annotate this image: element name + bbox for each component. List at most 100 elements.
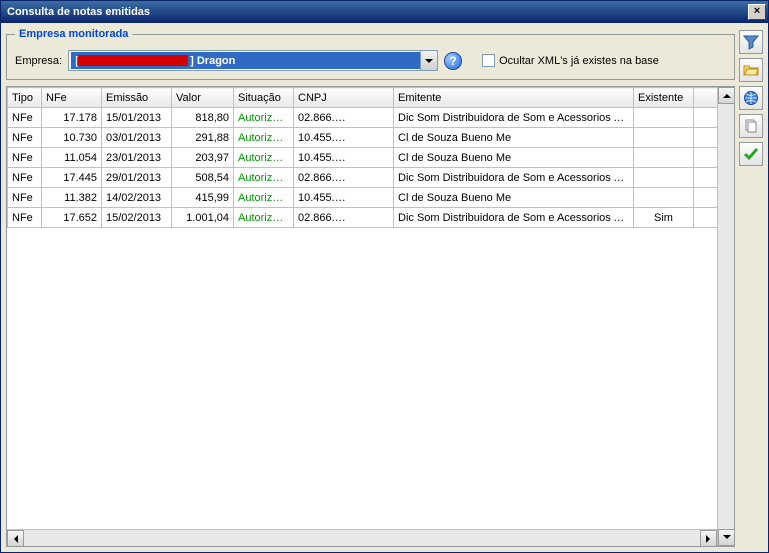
cell-cnpj: 02.866. <box>294 168 394 188</box>
col-tipo[interactable]: Tipo <box>8 88 42 108</box>
cell-emitente: Dic Som Distribuidora de Som e Acessorio… <box>394 108 634 128</box>
copy-button[interactable] <box>739 114 763 138</box>
cell-situacao: Autorizada <box>234 188 294 208</box>
redacted-icon <box>78 55 188 66</box>
cell-tipo: NFe <box>8 108 42 128</box>
confirm-button[interactable] <box>739 142 763 166</box>
cell-valor: 203,97 <box>172 148 234 168</box>
cell-valor: 818,80 <box>172 108 234 128</box>
cell-emitente: Dic Som Distribuidora de Som e Acessorio… <box>394 168 634 188</box>
cell-existente <box>634 148 694 168</box>
cell-situacao: Autorizada <box>234 148 294 168</box>
filter-button[interactable] <box>739 30 763 54</box>
empresa-label: Empresa: <box>15 55 62 67</box>
redacted-icon <box>335 114 393 122</box>
cell-existente <box>634 128 694 148</box>
side-toolbar <box>735 28 763 547</box>
col-emitente[interactable]: Emitente <box>394 88 634 108</box>
cell-emissao: 23/01/2013 <box>102 148 172 168</box>
cell-nfe: 17.652 <box>42 208 102 228</box>
cell-situacao: Autorizada <box>234 128 294 148</box>
cell-valor: 291,88 <box>172 128 234 148</box>
chevron-down-icon[interactable] <box>420 51 437 70</box>
cell-nfe: 10.730 <box>42 128 102 148</box>
col-valor[interactable]: Valor <box>172 88 234 108</box>
redacted-icon <box>335 134 393 142</box>
cell-tipo: NFe <box>8 188 42 208</box>
col-cnpj[interactable]: CNPJ <box>294 88 394 108</box>
open-folder-button[interactable] <box>739 58 763 82</box>
cell-nfe: 11.054 <box>42 148 102 168</box>
cell-cnpj: 02.866. <box>294 208 394 228</box>
cell-emissao: 14/02/2013 <box>102 188 172 208</box>
results-table: Tipo NFe Emissão Valor Situação CNPJ Emi… <box>7 87 734 228</box>
col-existente[interactable]: Existente <box>634 88 694 108</box>
table-row[interactable]: NFe17.65215/02/20131.001,04Autorizada02.… <box>8 208 734 228</box>
cell-emissao: 15/01/2013 <box>102 108 172 128</box>
scroll-up-icon[interactable] <box>718 87 735 104</box>
horizontal-scrollbar[interactable] <box>7 529 717 546</box>
cell-tipo: NFe <box>8 148 42 168</box>
table-row[interactable]: NFe10.73003/01/2013291,88Autorizada10.45… <box>8 128 734 148</box>
cell-emitente: Cl de Souza Bueno Me <box>394 128 634 148</box>
cell-emitente: Cl de Souza Bueno Me <box>394 148 634 168</box>
cell-situacao: Autorizada <box>234 168 294 188</box>
cell-cnpj: 02.866. <box>294 108 394 128</box>
table-row[interactable]: NFe17.17815/01/2013818,80Autorizada02.86… <box>8 108 734 128</box>
ocultar-label: Ocultar XML's já existes na base <box>499 55 659 67</box>
vertical-scrollbar[interactable] <box>717 87 734 546</box>
table-row[interactable]: NFe11.05423/01/2013203,97Autorizada10.45… <box>8 148 734 168</box>
redacted-icon <box>335 194 393 202</box>
table-header-row: Tipo NFe Emissão Valor Situação CNPJ Emi… <box>8 88 734 108</box>
cell-emissao: 29/01/2013 <box>102 168 172 188</box>
cell-emissao: 03/01/2013 <box>102 128 172 148</box>
ocultar-checkbox[interactable]: Ocultar XML's já existes na base <box>482 54 659 67</box>
cell-valor: 1.001,04 <box>172 208 234 228</box>
checkbox-box-icon <box>482 54 495 67</box>
cell-emissao: 15/02/2013 <box>102 208 172 228</box>
cell-tipo: NFe <box>8 128 42 148</box>
table-row[interactable]: NFe17.44529/01/2013508,54Autorizada02.86… <box>8 168 734 188</box>
empresa-group: Empresa monitorada Empresa: [ ] Dragon ?… <box>6 28 735 80</box>
redacted-icon <box>335 154 393 162</box>
cell-valor: 508,54 <box>172 168 234 188</box>
cell-nfe: 17.445 <box>42 168 102 188</box>
cell-valor: 415,99 <box>172 188 234 208</box>
empresa-suffix: ] Dragon <box>190 55 235 67</box>
col-nfe[interactable]: NFe <box>42 88 102 108</box>
globe-icon <box>743 90 759 106</box>
cell-existente <box>634 168 694 188</box>
empresa-combobox[interactable]: [ ] Dragon <box>68 50 438 71</box>
window-title: Consulta de notas emitidas <box>7 6 150 18</box>
titlebar: Consulta de notas emitidas × <box>1 1 768 23</box>
col-situacao[interactable]: Situação <box>234 88 294 108</box>
copy-icon <box>743 118 759 134</box>
cell-situacao: Autorizada <box>234 208 294 228</box>
cell-cnpj: 10.455. <box>294 148 394 168</box>
cell-tipo: NFe <box>8 208 42 228</box>
cell-tipo: NFe <box>8 168 42 188</box>
help-icon[interactable]: ? <box>444 52 462 70</box>
cell-existente <box>634 108 694 128</box>
group-legend: Empresa monitorada <box>15 28 132 40</box>
check-icon <box>743 146 759 162</box>
results-table-container: Tipo NFe Emissão Valor Situação CNPJ Emi… <box>6 86 735 547</box>
cell-existente <box>634 188 694 208</box>
globe-button[interactable] <box>739 86 763 110</box>
cell-cnpj: 10.455. <box>294 128 394 148</box>
redacted-icon <box>335 214 393 222</box>
redacted-icon <box>335 174 393 182</box>
scroll-right-icon[interactable] <box>700 530 717 547</box>
funnel-icon <box>743 34 759 50</box>
cell-cnpj: 10.455. <box>294 188 394 208</box>
cell-emitente: Cl de Souza Bueno Me <box>394 188 634 208</box>
table-row[interactable]: NFe11.38214/02/2013415,99Autorizada10.45… <box>8 188 734 208</box>
cell-existente: Sim <box>634 208 694 228</box>
scroll-left-icon[interactable] <box>7 530 24 547</box>
cell-nfe: 11.382 <box>42 188 102 208</box>
cell-situacao: Autorizada <box>234 108 294 128</box>
col-emissao[interactable]: Emissão <box>102 88 172 108</box>
close-button[interactable]: × <box>748 4 766 20</box>
cell-nfe: 17.178 <box>42 108 102 128</box>
scroll-down-icon[interactable] <box>718 529 735 546</box>
